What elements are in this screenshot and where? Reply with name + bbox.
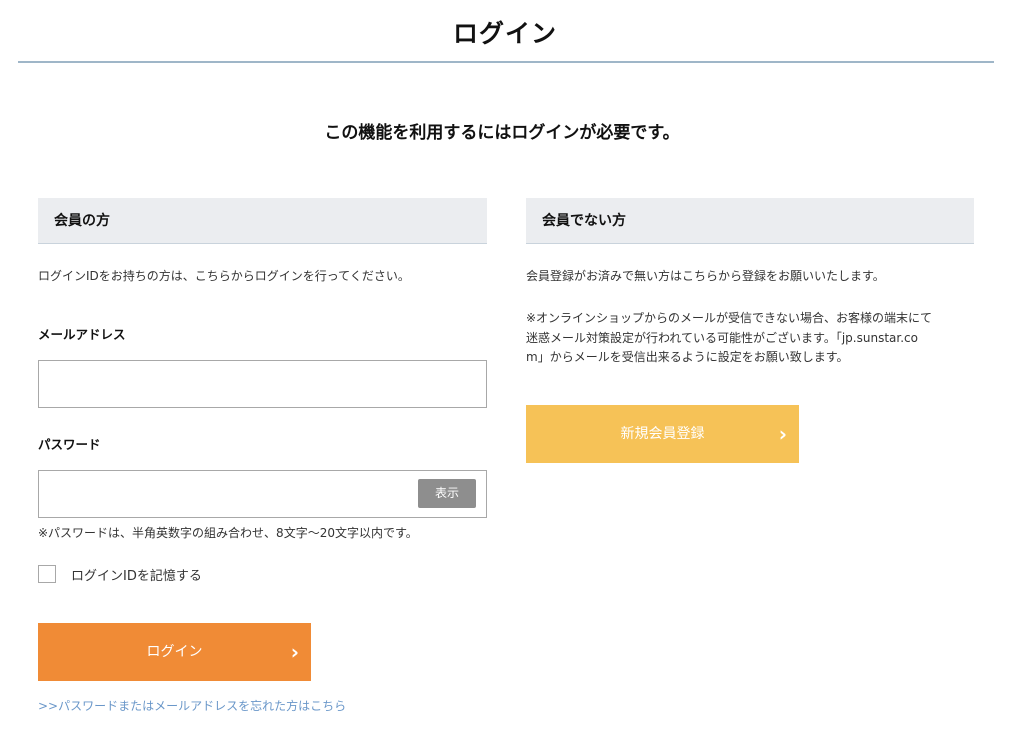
member-section-header: 会員の方	[38, 198, 487, 244]
email-field[interactable]	[38, 360, 487, 408]
show-password-button[interactable]: 表示	[418, 479, 476, 508]
remember-login-checkbox[interactable]	[38, 565, 56, 583]
email-label: メールアドレス	[38, 327, 126, 342]
remember-login-label[interactable]: ログインIDを記憶する	[71, 565, 202, 584]
register-button-label: 新規会員登録	[620, 426, 705, 442]
nonmember-description: 会員登録がお済みで無い方はこちらから登録をお願いいたします。	[526, 269, 885, 283]
nonmember-section-header: 会員でない方	[526, 198, 974, 244]
login-button[interactable]: ログイン ›	[38, 623, 311, 681]
title-divider	[18, 61, 994, 63]
register-button[interactable]: 新規会員登録 ›	[526, 405, 799, 463]
page-title: ログイン	[452, 19, 557, 48]
password-label: パスワード	[38, 437, 101, 452]
forgot-password-link[interactable]: >>パスワードまたはメールアドレスを忘れた方はこちら	[38, 697, 346, 714]
chevron-right-icon: ›	[290, 640, 299, 664]
password-hint: ※パスワードは、半角英数字の組み合わせ、8文字〜20文字以内です。	[38, 526, 418, 540]
login-button-label: ログイン	[146, 644, 203, 660]
email-delivery-note-line3: m」からメールを受信出来るように設定をお願い致します。	[526, 350, 849, 364]
email-delivery-note-line1: ※オンラインショップからのメールが受信できない場合、お客様の端末にて	[526, 311, 933, 325]
member-description: ログインIDをお持ちの方は、こちらからログインを行ってください。	[38, 269, 410, 283]
chevron-right-icon: ›	[778, 422, 787, 446]
email-delivery-note-line2: 迷惑メール対策設定が行われている可能性がございます。「jp.sunstar.co	[526, 331, 918, 345]
login-required-notice: この機能を利用するにはログインが必要です。	[324, 123, 680, 143]
